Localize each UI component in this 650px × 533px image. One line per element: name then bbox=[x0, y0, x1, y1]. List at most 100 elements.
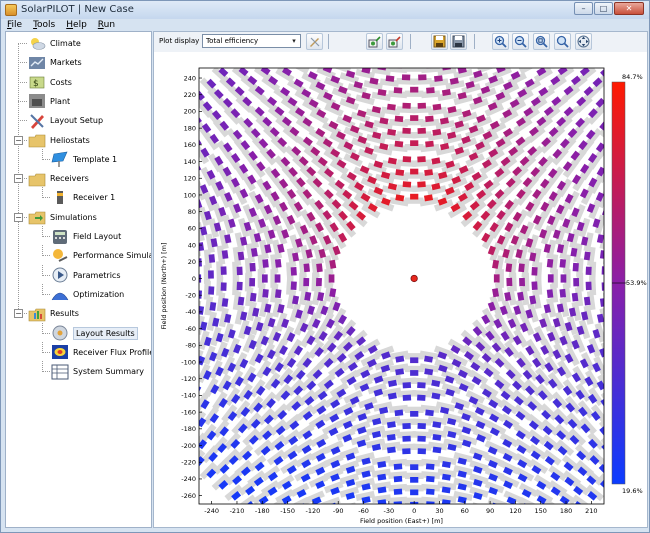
sidebar-item-layout-setup[interactable]: Layout Setup bbox=[28, 111, 103, 130]
heliostat-marker bbox=[237, 296, 245, 306]
sidebar-item-receiver-1[interactable]: Receiver 1 bbox=[51, 188, 115, 207]
layout-results-panel: Plot display Total efficiency ▾ -240 -21… bbox=[153, 31, 648, 528]
save-as-icon bbox=[452, 35, 465, 48]
x-tick-label: -150 bbox=[280, 507, 295, 515]
sidebar-item-performance-simulation[interactable]: Performance Simulation bbox=[51, 246, 151, 265]
sidebar-item-field-layout[interactable]: Field Layout bbox=[51, 227, 121, 246]
heliostat-marker bbox=[425, 475, 435, 483]
heliostat-marker bbox=[583, 296, 591, 306]
heliostat-marker bbox=[393, 68, 403, 69]
heliostat-marker bbox=[522, 59, 532, 68]
zoom-in-button[interactable] bbox=[492, 33, 509, 50]
heliostat-marker bbox=[441, 499, 451, 504]
tree-collapse-toggle[interactable]: − bbox=[14, 309, 23, 319]
sidebar-item-label: Simulations bbox=[50, 212, 97, 222]
tree-collapse-toggle[interactable]: − bbox=[14, 212, 23, 222]
tree-guide-line bbox=[42, 236, 50, 237]
heliostat-shadow bbox=[605, 261, 612, 280]
y-tick-label: 0 bbox=[192, 275, 196, 283]
minimize-button[interactable]: – bbox=[574, 2, 593, 15]
heliostat-marker bbox=[262, 259, 269, 268]
sidebar-item-label: Layout Setup bbox=[50, 116, 104, 126]
heliostat-marker bbox=[303, 277, 310, 287]
heliostat-marker bbox=[417, 435, 426, 442]
heliostat-shadow bbox=[421, 68, 441, 74]
maximize-button[interactable]: □ bbox=[594, 2, 613, 15]
menu-help[interactable]: Help bbox=[66, 20, 87, 30]
sidebar-item-label: Optimization bbox=[73, 289, 125, 299]
pan-button[interactable] bbox=[575, 33, 592, 50]
toolbar-separator bbox=[474, 34, 475, 49]
sidebar-item-simulations[interactable]: Simulations bbox=[28, 208, 97, 227]
tree-guide-line bbox=[18, 62, 27, 64]
heliostat-marker bbox=[237, 251, 245, 261]
heliostat-marker bbox=[475, 508, 484, 516]
plot-display-select[interactable]: Total efficiency ▾ bbox=[202, 34, 301, 48]
tree-collapse-toggle[interactable]: − bbox=[14, 174, 23, 184]
zoom-fit-button[interactable] bbox=[533, 33, 550, 50]
sidebar-item-label: Layout Results bbox=[73, 326, 138, 340]
heliostat-marker bbox=[599, 298, 604, 307]
heliostat-marker bbox=[395, 169, 405, 176]
receiver-marker bbox=[410, 274, 418, 283]
sidebar-item-results[interactable]: Results bbox=[28, 304, 79, 323]
sidebar-item-heliostats[interactable]: Heliostats bbox=[28, 131, 90, 150]
heliostat-marker bbox=[402, 382, 412, 389]
zoom-in-icon bbox=[494, 35, 507, 48]
sidebar-item-label: System Summary bbox=[73, 367, 145, 377]
heliostat-marker bbox=[559, 259, 567, 268]
zoom-rect-button[interactable] bbox=[554, 33, 571, 50]
plot-options-button[interactable] bbox=[306, 33, 323, 50]
menu-tools[interactable]: Tools bbox=[33, 20, 55, 30]
sidebar-item-label: Markets bbox=[50, 58, 82, 68]
y-tick-label: 200 bbox=[184, 108, 196, 116]
heliostat-marker bbox=[544, 57, 554, 66]
save-button[interactable] bbox=[431, 33, 448, 50]
heliostat-marker bbox=[402, 102, 411, 109]
heliostat-marker bbox=[199, 90, 205, 101]
sidebar-item-system-summary[interactable]: System Summary bbox=[51, 362, 144, 381]
heliostat-marker bbox=[546, 289, 554, 298]
sidebar-item-climate[interactable]: Climate bbox=[28, 34, 81, 53]
sidebar-item-label: Climate bbox=[50, 39, 81, 48]
y-tick-label: 100 bbox=[184, 191, 196, 199]
heliostat-marker bbox=[566, 57, 576, 66]
optimization-icon bbox=[51, 285, 69, 303]
import-layout-button[interactable] bbox=[386, 33, 403, 50]
close-button[interactable]: ✕ bbox=[614, 2, 644, 15]
x-tick-label: -180 bbox=[255, 507, 270, 515]
menu-file[interactable]: File bbox=[7, 20, 22, 30]
plant-icon bbox=[28, 92, 46, 110]
field-layout-plot[interactable]: -240 -210 -180 -150 -120 -90 -60 -30 0 30 60 90 120 1… bbox=[154, 52, 647, 527]
heliostat-marker bbox=[599, 250, 604, 259]
sidebar-item-template-1[interactable]: Template 1 bbox=[51, 150, 117, 169]
y-tick-label: -160 bbox=[181, 408, 196, 416]
tree-collapse-toggle[interactable]: − bbox=[14, 135, 23, 145]
x-tick-label: 30 bbox=[435, 507, 443, 515]
menu-run[interactable]: Run bbox=[98, 20, 115, 30]
heliostat-marker bbox=[249, 278, 256, 287]
y-tick-label: 40 bbox=[188, 241, 196, 249]
sidebar-item-costs[interactable]: $ Costs bbox=[28, 73, 72, 92]
heliostat-marker bbox=[199, 355, 206, 366]
heliostat-marker bbox=[601, 266, 604, 275]
export-layout-button[interactable] bbox=[366, 33, 383, 50]
sidebar-item-markets[interactable]: Markets bbox=[28, 53, 82, 72]
x-tick-label: -30 bbox=[384, 507, 395, 515]
x-tick-label: 60 bbox=[461, 507, 469, 515]
heliostat-marker bbox=[394, 115, 404, 123]
sidebar-item-receiver-flux-profile[interactable]: Receiver Flux Profile bbox=[51, 343, 151, 362]
zoom-fit-icon bbox=[535, 35, 548, 48]
sidebar-item-receivers[interactable]: Receivers bbox=[28, 169, 89, 188]
sidebar-item-parametrics[interactable]: Parametrics bbox=[51, 266, 121, 285]
heliostat-marker bbox=[425, 463, 435, 470]
sidebar-item-plant[interactable]: Plant bbox=[28, 92, 70, 111]
zoom-out-button[interactable] bbox=[512, 33, 529, 50]
save-as-button[interactable] bbox=[450, 33, 467, 50]
heliostat-marker bbox=[236, 266, 243, 276]
heliostat-marker bbox=[377, 68, 387, 71]
heliostat-marker bbox=[220, 266, 227, 275]
sidebar-item-optimization[interactable]: Optimization bbox=[51, 285, 124, 304]
y-tick-label: 220 bbox=[184, 91, 196, 99]
sidebar-item-layout-results[interactable]: Layout Results bbox=[51, 324, 138, 343]
